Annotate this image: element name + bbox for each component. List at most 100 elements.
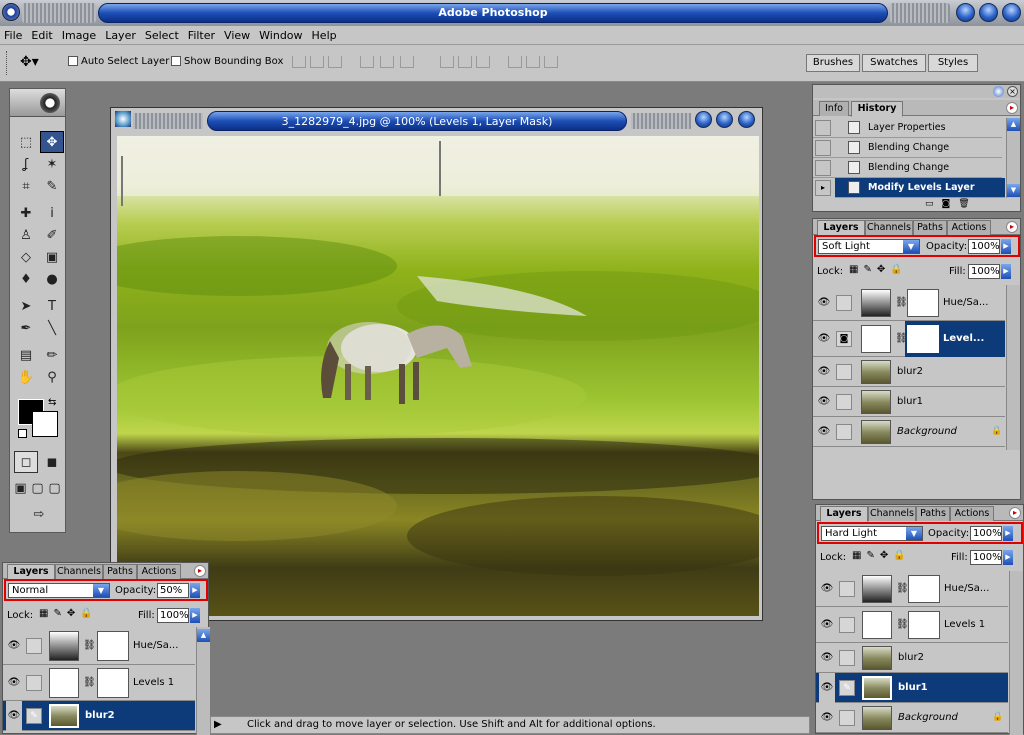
distribute-bottom-icon[interactable] — [476, 56, 490, 68]
close-button[interactable] — [1002, 3, 1021, 22]
chevron-down-icon[interactable]: ▼ — [93, 584, 109, 597]
well-tab-swatches[interactable]: Swatches — [862, 54, 926, 72]
type-tool-icon[interactable]: T — [40, 295, 64, 317]
gradient-tool-icon[interactable]: ▣ — [40, 246, 64, 268]
blend-mode-select[interactable]: Normal ▼ — [8, 583, 110, 598]
menu-filter[interactable]: Filter — [188, 29, 215, 42]
layer-link-cell[interactable] — [839, 650, 855, 666]
panel-close-icon[interactable]: × — [1007, 86, 1018, 97]
lock-image-icon[interactable]: ✎ — [866, 550, 879, 561]
align-bottom-icon[interactable] — [328, 56, 342, 68]
menu-help[interactable]: Help — [312, 29, 337, 42]
scroll-down-icon[interactable]: ▼ — [1007, 184, 1020, 197]
layer-row-selected[interactable]: 👁 ✎ blur2 — [3, 701, 195, 731]
layer-row[interactable]: 👁 Background 🔒 — [813, 417, 1005, 447]
layer-row-selected[interactable]: 👁 ✎ blur1 — [816, 673, 1008, 703]
lock-all-icon[interactable]: 🔒 — [893, 550, 910, 561]
status-arrow-icon[interactable]: ▶ — [214, 717, 222, 733]
distribute-vcenter-icon[interactable] — [458, 56, 472, 68]
history-item-selected[interactable]: Modify Levels Layer — [835, 178, 1005, 198]
scroll-up-icon[interactable]: ▲ — [1007, 118, 1020, 131]
layer-row[interactable]: 👁 ⛓ Hue/Sa... — [3, 627, 195, 665]
tab-actions[interactable]: Actions — [950, 506, 994, 521]
well-tab-styles[interactable]: Styles — [928, 54, 978, 72]
layer-row[interactable]: 👁 blur2 — [813, 357, 1005, 387]
hand-tool-icon[interactable]: ✋ — [14, 366, 38, 388]
layer-row[interactable]: 👁 ⛓ Levels 1 — [816, 607, 1008, 643]
menu-layer[interactable]: Layer — [105, 29, 136, 42]
pen-tool-icon[interactable]: ✒ — [14, 317, 38, 339]
menu-window[interactable]: Window — [259, 29, 302, 42]
layer-mask-thumbnail[interactable] — [907, 325, 939, 353]
fill-slider-arrow-icon[interactable]: ▶ — [1001, 264, 1011, 279]
lock-transparency-icon[interactable]: ▦ — [852, 550, 866, 561]
full-screen-mode-icon[interactable]: ▢ — [46, 477, 63, 499]
distribute-hcenter-icon[interactable] — [526, 56, 540, 68]
clone-stamp-tool-icon[interactable]: ♙ — [14, 224, 38, 246]
layers-scrollbar[interactable] — [1006, 285, 1020, 450]
opacity-slider-arrow-icon[interactable]: ▶ — [1003, 526, 1013, 541]
layer-link-cell[interactable] — [839, 617, 855, 633]
path-selection-tool-icon[interactable]: ➤ — [14, 295, 38, 317]
new-document-icon[interactable]: ▭ — [925, 199, 942, 209]
menu-select[interactable]: Select — [145, 29, 179, 42]
eye-logo-icon[interactable] — [40, 93, 60, 113]
layer-mask-thumbnail[interactable] — [97, 668, 129, 698]
brush-icon[interactable]: ✎ — [839, 680, 855, 696]
eye-icon[interactable]: 👁 — [6, 668, 22, 698]
eraser-tool-icon[interactable]: ◇ — [14, 246, 38, 268]
fill-input[interactable]: 100% — [970, 550, 1002, 565]
toolbox-header[interactable] — [10, 89, 65, 117]
history-scrollbar[interactable]: ▲ ▼ — [1006, 118, 1020, 198]
lasso-tool-icon[interactable]: ʆ — [14, 153, 38, 175]
layer-link-cell[interactable] — [836, 424, 852, 440]
lock-position-icon[interactable]: ✥ — [67, 608, 80, 619]
tab-paths[interactable]: Paths — [916, 506, 950, 521]
layers-scrollbar[interactable] — [1009, 571, 1023, 735]
align-right-icon[interactable] — [400, 56, 414, 68]
history-snapshot-box[interactable] — [815, 120, 831, 136]
menu-edit[interactable]: Edit — [31, 29, 52, 42]
history-snapshot-box[interactable] — [815, 140, 831, 156]
blend-mode-select[interactable]: Soft Light ▼ — [818, 239, 920, 254]
layer-mask-thumbnail[interactable] — [97, 631, 129, 661]
tab-layers[interactable]: Layers — [820, 506, 868, 522]
history-brush-source-icon[interactable]: ▸ — [815, 180, 831, 196]
tab-channels[interactable]: Channels — [55, 564, 103, 579]
quick-mask-mode-icon[interactable]: ◼ — [40, 451, 64, 473]
layer-link-cell[interactable] — [839, 710, 855, 726]
layer-link-cell[interactable] — [836, 295, 852, 311]
layer-link-cell[interactable] — [836, 364, 852, 380]
photoshop-app-icon[interactable] — [2, 3, 20, 21]
distribute-top-icon[interactable] — [440, 56, 454, 68]
opacity-input[interactable]: 100% — [970, 526, 1002, 541]
opacity-input[interactable]: 100% — [968, 239, 1000, 254]
marquee-tool-icon[interactable]: ⬚ — [14, 131, 38, 153]
layer-row[interactable]: 👁 ⛓ Hue/Sa... — [816, 571, 1008, 607]
chevron-down-icon[interactable]: ▼ — [906, 527, 922, 540]
layers-menu-arrow-icon[interactable]: ▸ — [1009, 507, 1021, 519]
doc-maximize-button[interactable] — [716, 111, 733, 128]
notes-tool-icon[interactable]: ▤ — [14, 344, 38, 366]
fill-slider-arrow-icon[interactable]: ▶ — [1003, 550, 1013, 565]
crop-tool-icon[interactable]: ⌗ — [14, 175, 38, 197]
layer-mask-thumbnail[interactable] — [907, 289, 939, 317]
zoom-tool-icon[interactable]: ⚲ — [40, 366, 64, 388]
panel-minimize-icon[interactable] — [993, 86, 1004, 97]
eye-icon[interactable]: 👁 — [6, 701, 22, 731]
scroll-up-icon[interactable]: ▲ — [197, 629, 210, 642]
eye-icon[interactable]: 👁 — [816, 324, 832, 354]
eye-icon[interactable]: 👁 — [819, 673, 835, 703]
align-left-icon[interactable] — [360, 56, 374, 68]
document-canvas[interactable] — [117, 136, 759, 616]
align-top-icon[interactable] — [292, 56, 306, 68]
swap-colors-icon[interactable]: ⇆ — [48, 397, 56, 408]
tab-channels[interactable]: Channels — [865, 220, 913, 235]
options-grip[interactable] — [6, 51, 8, 75]
fill-slider-arrow-icon[interactable]: ▶ — [190, 608, 200, 623]
fill-input[interactable]: 100% — [157, 608, 189, 623]
lock-image-icon[interactable]: ✎ — [53, 608, 66, 619]
new-snapshot-icon[interactable]: ◙ — [942, 199, 959, 209]
default-colors-icon[interactable] — [18, 429, 27, 438]
document-icon[interactable] — [115, 111, 131, 127]
